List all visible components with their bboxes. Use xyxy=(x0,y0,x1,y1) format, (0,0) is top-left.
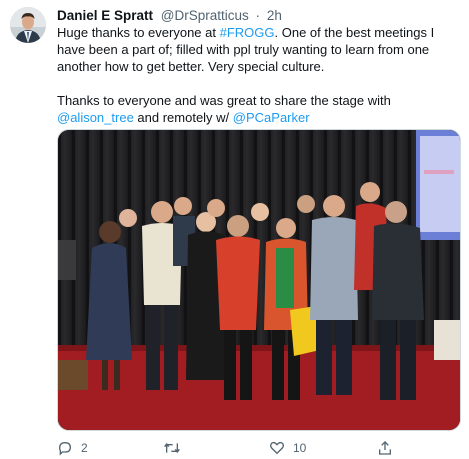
tweet-paragraph-1: Huge thanks to everyone at #FROGG. One o… xyxy=(57,24,461,75)
tweet-photo[interactable] xyxy=(57,129,461,431)
tweet-text-segment: Huge thanks to everyone at xyxy=(57,25,220,40)
avatar[interactable] xyxy=(10,7,46,43)
tweet-text-segment: and remotely w/ xyxy=(133,110,233,125)
hashtag-link[interactable]: #FROGG xyxy=(220,25,275,40)
like-button[interactable]: 10 xyxy=(269,438,306,458)
mention-link-alison[interactable]: @alison_tree xyxy=(57,110,134,125)
author-handle[interactable]: @DrSpratticus xyxy=(161,8,249,23)
reply-icon xyxy=(57,440,73,456)
group-photo-illustration xyxy=(58,130,460,430)
share-icon xyxy=(377,440,393,456)
tweet-paragraph-2: Thanks to everyone and was great to shar… xyxy=(57,92,461,126)
share-button[interactable] xyxy=(377,438,401,458)
tweet-timestamp[interactable]: 2h xyxy=(267,8,282,23)
tweet-text-segment: Thanks to everyone and was great to shar… xyxy=(57,93,391,108)
heart-icon xyxy=(269,440,285,456)
mention-link-pcaparker[interactable]: @PCaParker xyxy=(233,110,310,125)
tweet[interactable]: Daniel E Spratt @DrSpratticus · 2h Huge … xyxy=(0,0,469,459)
author-display-name[interactable]: Daniel E Spratt xyxy=(57,8,153,23)
tweet-actions: 2 10 xyxy=(57,438,461,458)
retweet-icon xyxy=(163,440,181,456)
reply-count: 2 xyxy=(81,441,88,455)
reply-button[interactable]: 2 xyxy=(57,438,88,458)
tweet-header: Daniel E Spratt @DrSpratticus · 2h xyxy=(57,7,282,25)
tweet-text: Huge thanks to everyone at #FROGG. One o… xyxy=(57,24,461,126)
retweet-button[interactable] xyxy=(163,438,189,458)
like-count: 10 xyxy=(293,441,307,455)
header-separator: · xyxy=(255,8,261,23)
